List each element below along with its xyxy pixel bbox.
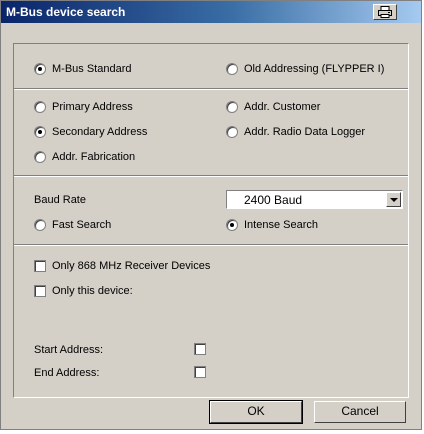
title-bar-button[interactable] xyxy=(373,4,397,20)
radio-addr-radio-data-logger-label: Addr. Radio Data Logger xyxy=(244,126,366,138)
baud-rate-select[interactable]: 2400 Baud xyxy=(226,190,403,209)
start-address-label: Start Address: xyxy=(34,344,104,356)
radio-button-icon xyxy=(226,63,238,75)
section-divider xyxy=(14,244,408,246)
ok-button[interactable]: OK xyxy=(209,400,303,424)
end-address-label: End Address: xyxy=(34,367,100,379)
dialog-window: M-Bus device search M-Bus Standard Old A… xyxy=(0,0,422,430)
cancel-button[interactable]: Cancel xyxy=(314,401,406,423)
section-divider xyxy=(14,88,408,90)
radio-intense-search-label: Intense Search xyxy=(244,219,318,231)
printer-icon xyxy=(378,6,392,18)
start-address-checkbox[interactable] xyxy=(194,343,206,355)
radio-button-icon xyxy=(34,219,46,231)
radio-button-icon xyxy=(226,219,238,231)
window-title: M-Bus device search xyxy=(6,5,126,19)
radio-addr-fabrication-label: Addr. Fabrication xyxy=(52,151,136,163)
radio-button-icon xyxy=(226,126,238,138)
checkbox-only-868mhz-label: Only 868 MHz Receiver Devices xyxy=(52,260,211,272)
radio-old-addressing-label: Old Addressing (FLYPPER I) xyxy=(244,63,385,75)
checkbox-only-this-device-label: Only this device: xyxy=(52,285,133,297)
radio-addr-customer-label: Addr. Customer xyxy=(244,101,321,113)
radio-button-icon xyxy=(34,63,46,75)
section-divider xyxy=(14,175,408,177)
chevron-down-icon[interactable] xyxy=(386,192,401,207)
checkbox-icon xyxy=(34,285,46,297)
radio-button-icon xyxy=(34,151,46,163)
baud-rate-label: Baud Rate xyxy=(34,194,86,206)
baud-rate-value: 2400 Baud xyxy=(244,193,303,207)
radio-button-icon xyxy=(34,126,46,138)
options-panel: M-Bus Standard Old Addressing (FLYPPER I… xyxy=(13,43,409,398)
radio-button-icon xyxy=(226,101,238,113)
end-address-checkbox[interactable] xyxy=(194,366,206,378)
radio-primary-address-label: Primary Address xyxy=(52,101,133,113)
radio-fast-search-label: Fast Search xyxy=(52,219,112,231)
title-bar[interactable]: M-Bus device search xyxy=(1,1,421,23)
checkbox-icon xyxy=(34,260,46,272)
radio-secondary-address-label: Secondary Address xyxy=(52,126,148,138)
radio-button-icon xyxy=(34,101,46,113)
radio-mbus-standard-label: M-Bus Standard xyxy=(52,63,132,75)
